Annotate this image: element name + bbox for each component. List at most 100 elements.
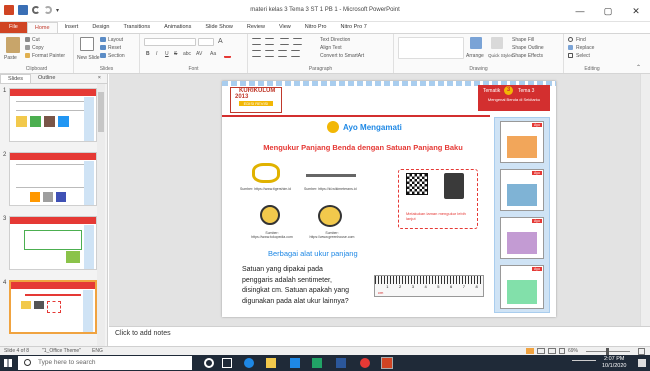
zoom-level[interactable]: 69% <box>568 348 578 354</box>
grow-font-button[interactable]: A <box>218 38 223 45</box>
new-slide-icon[interactable] <box>80 37 94 51</box>
numbering-icon[interactable] <box>265 38 274 45</box>
tab-file[interactable]: File <box>0 22 27 33</box>
tab-outline[interactable]: Outline <box>31 74 62 83</box>
tab-design[interactable]: Design <box>85 22 116 33</box>
cut-icon <box>25 37 30 42</box>
side-card-3-tag: Ayo <box>532 219 542 223</box>
powerpoint-taskbar-icon[interactable] <box>381 357 393 369</box>
cut-button[interactable]: Cut <box>32 37 40 43</box>
bullets-icon[interactable] <box>252 38 261 45</box>
shape-outline-button[interactable]: Shape Outline <box>512 45 544 51</box>
fit-slide-icon[interactable] <box>638 348 645 355</box>
font-label: Font <box>188 66 199 72</box>
windows-start-icon[interactable] <box>4 359 12 367</box>
arrange-button[interactable]: Arrange <box>466 53 484 59</box>
task-view-icon[interactable] <box>222 358 232 368</box>
copy-button[interactable]: Copy <box>32 45 44 51</box>
change-case-button[interactable]: Aa <box>210 51 216 57</box>
ayo-mengamati-title: Ayo Mengamati <box>343 123 402 132</box>
zoom-slider-thumb[interactable] <box>606 348 609 355</box>
minimize-button[interactable]: — <box>566 3 594 19</box>
tab-slide-show[interactable]: Slide Show <box>198 22 240 33</box>
current-slide[interactable]: KURIKULUM 2013 EDISI REVISI Tematik 3 Te… <box>222 81 556 317</box>
side-card-1: Ayo <box>500 121 544 163</box>
justify-icon[interactable] <box>291 50 300 57</box>
paste-icon[interactable] <box>6 37 20 53</box>
select-button[interactable]: Select <box>576 53 590 59</box>
bold-button[interactable]: B <box>146 51 150 57</box>
reading-view-icon[interactable] <box>548 348 556 354</box>
slide-thumbnail-1[interactable] <box>9 88 97 142</box>
main-heading: Mengukur Panjang Benda dengan Satuan Pan… <box>263 143 463 152</box>
panel-scrollbar-thumb[interactable] <box>98 92 104 132</box>
tray-clock[interactable]: 2:07 PM 10/1/2020 <box>602 356 626 370</box>
ruler-num-5: 5 <box>437 284 440 289</box>
tab-review[interactable]: Review <box>240 22 272 33</box>
align-text-button[interactable]: Align Text <box>320 45 342 51</box>
collapse-ribbon-icon[interactable]: ⌃ <box>636 64 641 71</box>
font-color-icon[interactable] <box>224 51 231 58</box>
reset-button[interactable]: Reset <box>108 45 121 51</box>
slide-thumbnail-3[interactable] <box>9 216 97 270</box>
system-tray-icons[interactable] <box>572 360 596 366</box>
font-size-box[interactable] <box>198 38 214 46</box>
arrange-icon[interactable] <box>470 37 482 49</box>
chrome-icon[interactable] <box>360 358 370 368</box>
close-button[interactable]: ✕ <box>622 3 650 19</box>
file-explorer-icon[interactable] <box>266 358 276 368</box>
quick-styles-icon[interactable] <box>491 37 503 49</box>
strikethrough-button[interactable]: S <box>174 51 177 57</box>
quick-styles-button[interactable]: Quick Styles <box>488 53 513 58</box>
find-button[interactable]: Find <box>576 37 586 43</box>
editor-scrollbar[interactable] <box>640 74 650 326</box>
subheading: Berbagai alat ukur panjang <box>268 249 358 258</box>
font-name-box[interactable] <box>144 38 196 46</box>
decrease-indent-icon[interactable] <box>280 38 289 45</box>
align-left-icon[interactable] <box>252 50 261 57</box>
text-direction-button[interactable]: Text Direction <box>320 37 350 43</box>
tab-view[interactable]: View <box>272 22 298 33</box>
shadow-button[interactable]: abc <box>183 51 191 57</box>
panel-close-button[interactable]: × <box>91 74 108 83</box>
side-card-3-image <box>507 232 537 254</box>
tab-slides[interactable]: Slides <box>0 74 31 83</box>
new-slide-button[interactable]: New Slide <box>77 55 100 61</box>
edge-icon[interactable] <box>244 358 254 368</box>
tab-home[interactable]: Home <box>26 22 58 33</box>
slide-thumbnail-4[interactable] <box>9 280 97 334</box>
tab-insert[interactable]: Insert <box>58 22 86 33</box>
replace-button[interactable]: Replace <box>576 45 594 51</box>
taskbar-search-box[interactable]: Type here to search <box>18 356 192 370</box>
tab-transitions[interactable]: Transitions <box>116 22 157 33</box>
slide-sorter-icon[interactable] <box>537 348 545 354</box>
normal-view-icon[interactable] <box>526 348 534 354</box>
increase-indent-icon[interactable] <box>293 38 302 45</box>
slideshow-icon[interactable] <box>559 348 565 354</box>
section-button[interactable]: Section <box>108 53 125 59</box>
char-spacing-button[interactable]: AV <box>196 51 202 57</box>
maximize-button[interactable]: ▢ <box>594 3 622 19</box>
notes-pane[interactable]: Click to add notes <box>109 326 650 346</box>
store-icon[interactable] <box>290 358 300 368</box>
smartart-button[interactable]: Convert to SmartArt <box>320 53 364 59</box>
shape-fill-button[interactable]: Shape Fill <box>512 37 534 43</box>
shapes-gallery[interactable] <box>398 37 464 59</box>
cortana-icon[interactable] <box>204 358 214 368</box>
underline-button[interactable]: U <box>165 51 169 57</box>
notification-icon[interactable] <box>638 359 646 367</box>
italic-button[interactable]: I <box>156 51 157 57</box>
ayo-mengamati-icon <box>327 121 339 133</box>
shape-effects-button[interactable]: Shape Effects <box>512 53 543 59</box>
align-center-icon[interactable] <box>265 50 274 57</box>
paste-button[interactable]: Paste <box>4 55 17 61</box>
tab-nitro-pro-7[interactable]: Nitro Pro 7 <box>333 22 373 33</box>
word-icon[interactable] <box>336 358 346 368</box>
align-right-icon[interactable] <box>278 50 287 57</box>
layout-button[interactable]: Layout <box>108 37 123 43</box>
format-painter-button[interactable]: Format Painter <box>32 53 65 59</box>
excel-icon[interactable] <box>312 358 322 368</box>
tab-nitro-pro[interactable]: Nitro Pro <box>298 22 334 33</box>
slide-thumbnail-2[interactable] <box>9 152 97 206</box>
tab-animations[interactable]: Animations <box>157 22 198 33</box>
